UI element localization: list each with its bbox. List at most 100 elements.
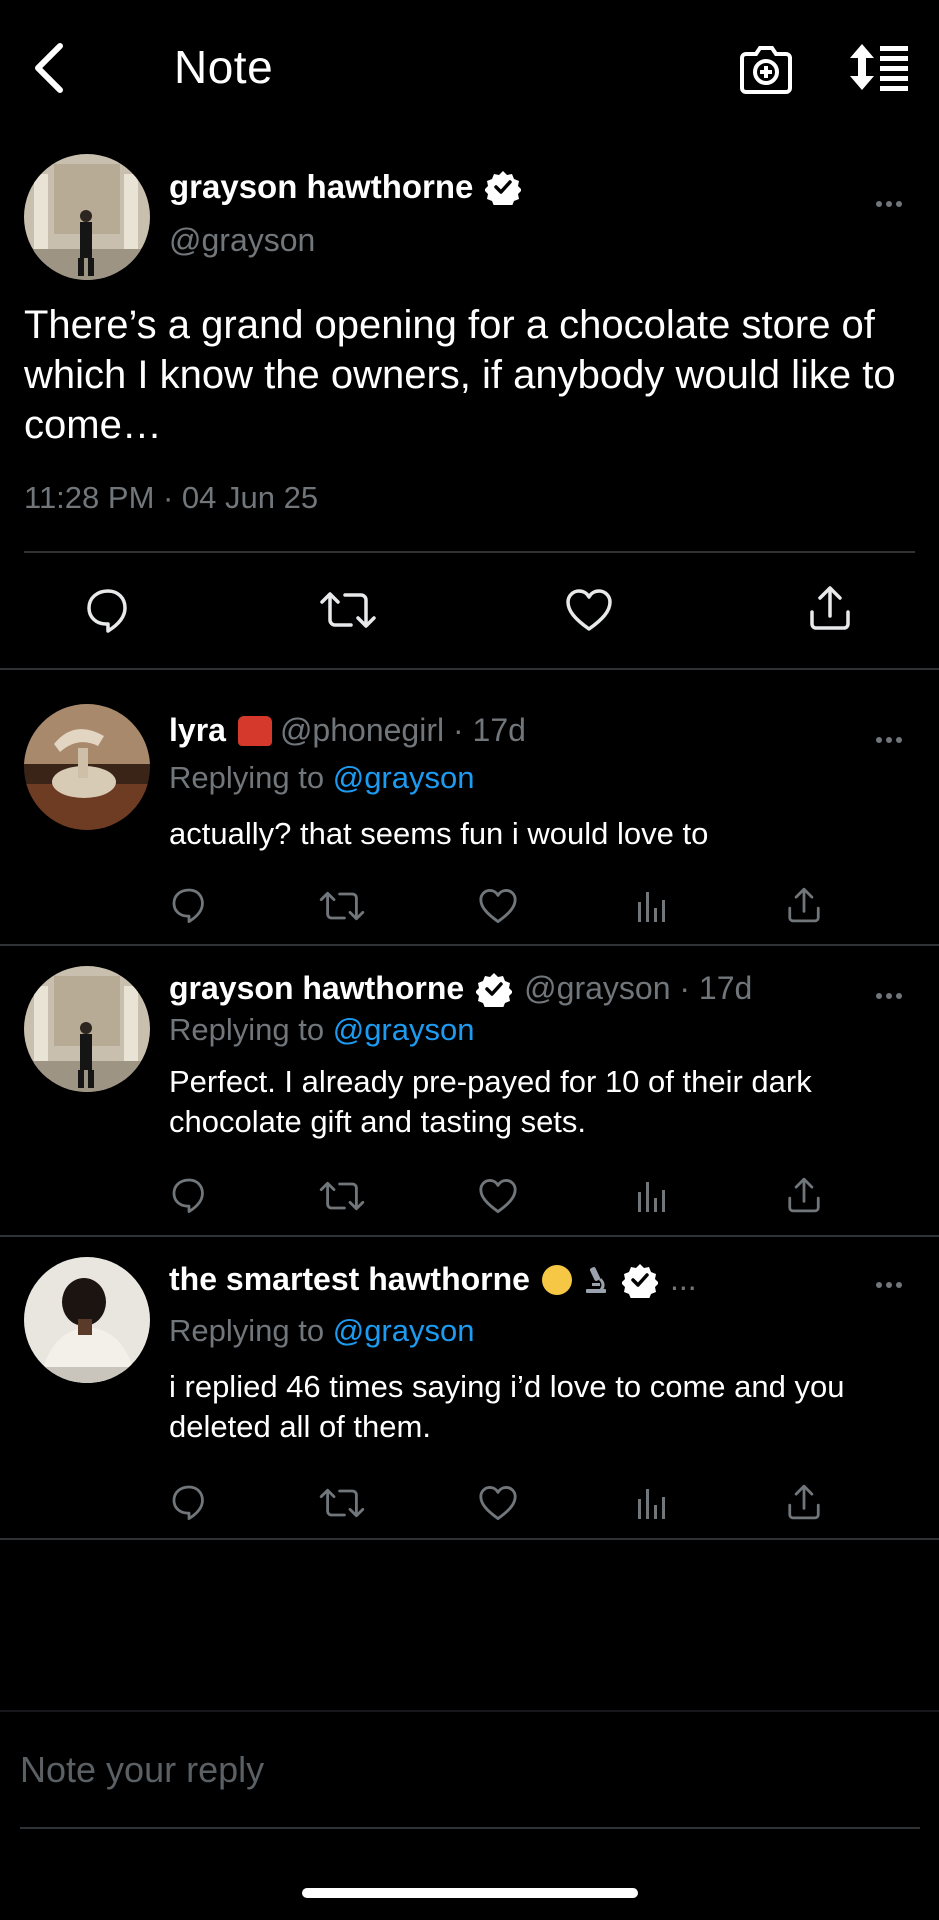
dot-icon: [886, 201, 892, 207]
dot-icon: [896, 201, 902, 207]
dot-icon: [886, 993, 892, 999]
reply-icon: [172, 888, 204, 924]
reply-button[interactable]: [170, 1176, 208, 1214]
repost-button[interactable]: [318, 1178, 366, 1214]
camera-plus-icon: [740, 46, 792, 94]
like-button[interactable]: [478, 1485, 518, 1521]
dot-icon: [876, 1282, 882, 1288]
mention-link[interactable]: @grayson: [333, 1012, 475, 1047]
share-button[interactable]: [786, 1483, 822, 1521]
reply-item[interactable]: lyra @phonegirl · 17d Replying to @grays…: [0, 670, 939, 945]
heart-icon: [479, 889, 517, 923]
like-button[interactable]: [565, 588, 613, 632]
repost-button[interactable]: [318, 588, 378, 632]
repost-icon: [320, 592, 376, 628]
reply-text: actually? that seems fun i would love to: [169, 816, 709, 851]
author-handle: @grayson: [524, 970, 671, 1006]
avatar[interactable]: [24, 154, 150, 280]
more-options-button[interactable]: [869, 730, 909, 750]
analytics-icon: [638, 892, 665, 922]
compose-divider: [0, 1710, 939, 1712]
reply-icon: [172, 1485, 204, 1521]
share-icon: [810, 586, 850, 630]
verified-badge-icon: [621, 1263, 658, 1298]
separator-dot: ·: [670, 970, 699, 1006]
reply-time: 17d: [472, 712, 526, 748]
share-icon: [788, 1484, 820, 1520]
reply-item[interactable]: the smartest hawthorne ... Replying to @…: [0, 1237, 939, 1539]
reply-icon: [87, 589, 127, 633]
reply-item[interactable]: grayson hawthorne @grayson · 17d Replyin…: [0, 946, 939, 1236]
share-icon: [788, 1177, 820, 1213]
heart-icon: [566, 589, 612, 631]
author-name[interactable]: grayson hawthorne: [169, 168, 473, 206]
reply-button[interactable]: [170, 1483, 208, 1521]
repost-icon: [319, 1488, 365, 1518]
compose-underline: [20, 1827, 920, 1829]
reply-icon: [172, 1178, 204, 1214]
repost-button[interactable]: [318, 888, 366, 924]
like-button[interactable]: [478, 888, 518, 924]
heart-icon: [479, 1486, 517, 1520]
reply-header: grayson hawthorne @grayson · 17d: [169, 970, 752, 1007]
reply-header: lyra @phonegirl · 17d: [169, 712, 526, 749]
author-row: grayson hawthorne: [169, 168, 522, 206]
mention-link[interactable]: @grayson: [333, 1313, 475, 1348]
replying-prefix: Replying to: [169, 1313, 325, 1348]
like-button[interactable]: [478, 1178, 518, 1214]
avatar[interactable]: [24, 1257, 150, 1383]
verified-badge-icon: [476, 972, 513, 1007]
reply-header: the smartest hawthorne ...: [169, 1261, 697, 1298]
dot-icon: [896, 1282, 902, 1288]
avatar-image: [24, 1257, 150, 1383]
sort-button[interactable]: [850, 42, 910, 92]
back-button[interactable]: [30, 38, 80, 98]
share-icon: [788, 887, 820, 923]
avatar-image: [24, 966, 150, 1092]
reply-button[interactable]: [170, 886, 208, 924]
author-name[interactable]: grayson hawthorne: [169, 970, 464, 1007]
reply-text: i replied 46 times saying i’d love to co…: [169, 1369, 845, 1444]
telephone-emoji-icon: [237, 715, 272, 746]
analytics-icon: [638, 1489, 665, 1519]
dot-icon: [896, 993, 902, 999]
replying-to: Replying to @grayson: [169, 760, 474, 796]
replying-to: Replying to @grayson: [169, 1012, 474, 1048]
views-button[interactable]: [636, 1485, 670, 1521]
reply-input[interactable]: [20, 1740, 920, 1800]
repost-icon: [319, 891, 365, 921]
share-button[interactable]: [786, 1176, 822, 1214]
repost-button[interactable]: [318, 1485, 366, 1521]
author-name[interactable]: lyra: [169, 712, 226, 749]
analytics-icon: [638, 1182, 665, 1212]
camera-button[interactable]: [740, 40, 792, 96]
sort-list-icon: [850, 44, 908, 91]
more-options-button[interactable]: [869, 986, 909, 1006]
verified-badge-icon: [485, 171, 522, 205]
share-button[interactable]: [786, 886, 822, 924]
reply-button[interactable]: [84, 586, 132, 634]
avatar[interactable]: [24, 966, 150, 1092]
author-name[interactable]: the smartest hawthorne: [169, 1261, 530, 1298]
nerd-face-emoji-icon: [541, 1264, 572, 1295]
views-button[interactable]: [636, 888, 670, 924]
truncation-ellipsis: ...: [669, 1261, 697, 1297]
avatar-image: [24, 704, 150, 830]
more-options-button[interactable]: [869, 194, 909, 214]
views-button[interactable]: [636, 1178, 670, 1214]
dot-icon: [896, 737, 902, 743]
mention-link[interactable]: @grayson: [333, 760, 475, 795]
author-handle: @grayson: [169, 222, 316, 258]
main-post: grayson hawthorne @grayson There’s a gra…: [0, 136, 939, 670]
share-button[interactable]: [808, 584, 852, 632]
more-options-button[interactable]: [869, 1275, 909, 1295]
heart-icon: [479, 1179, 517, 1213]
dot-icon: [876, 201, 882, 207]
chevron-left-icon: [35, 43, 63, 93]
replying-prefix: Replying to: [169, 1012, 325, 1047]
divider: [24, 551, 915, 553]
home-indicator[interactable]: [302, 1888, 638, 1898]
top-bar: Note: [0, 0, 939, 136]
avatar-image: [24, 154, 150, 280]
avatar[interactable]: [24, 704, 150, 830]
